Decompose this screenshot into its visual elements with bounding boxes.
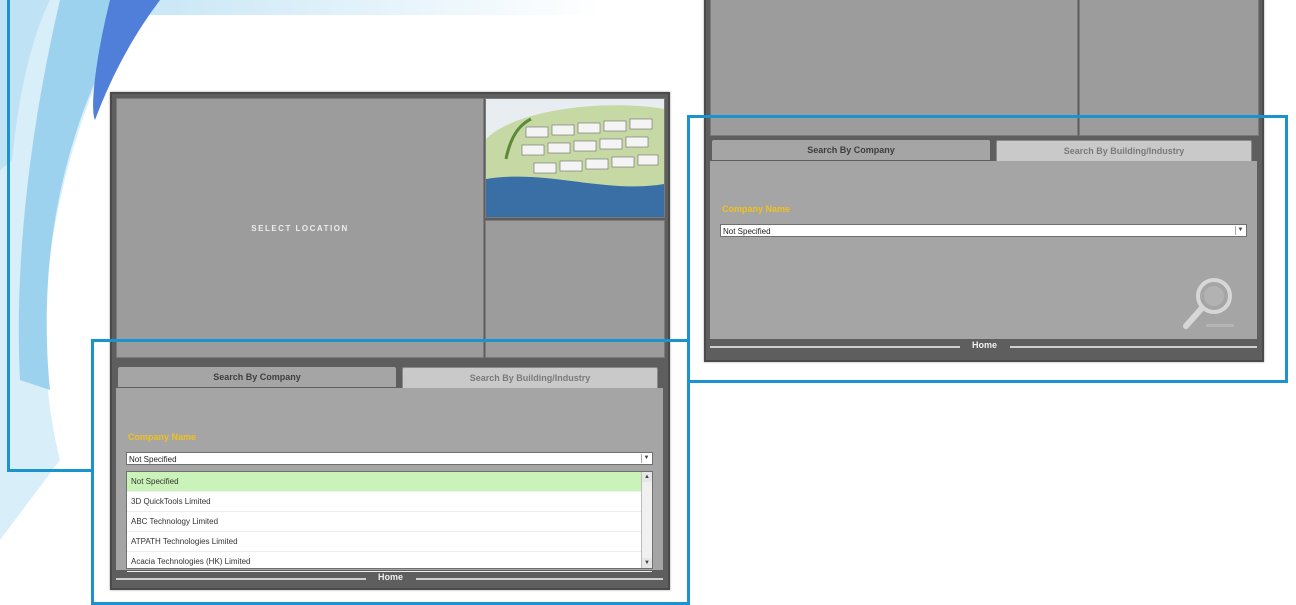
map-thumbnail[interactable] (485, 98, 665, 218)
connector-line-horizontal (7, 469, 94, 472)
highlight-frame-left (91, 339, 690, 605)
highlight-frame-right (687, 115, 1288, 383)
select-location-label: SELECT LOCATION (251, 224, 349, 233)
info-panel (485, 220, 665, 358)
select-location-partial-text (834, 0, 954, 1)
select-location-label-partial (711, 0, 1077, 3)
connector-line-vertical (7, 0, 10, 472)
site-map-image (486, 99, 664, 217)
select-location-panel[interactable]: SELECT LOCATION (116, 98, 484, 358)
